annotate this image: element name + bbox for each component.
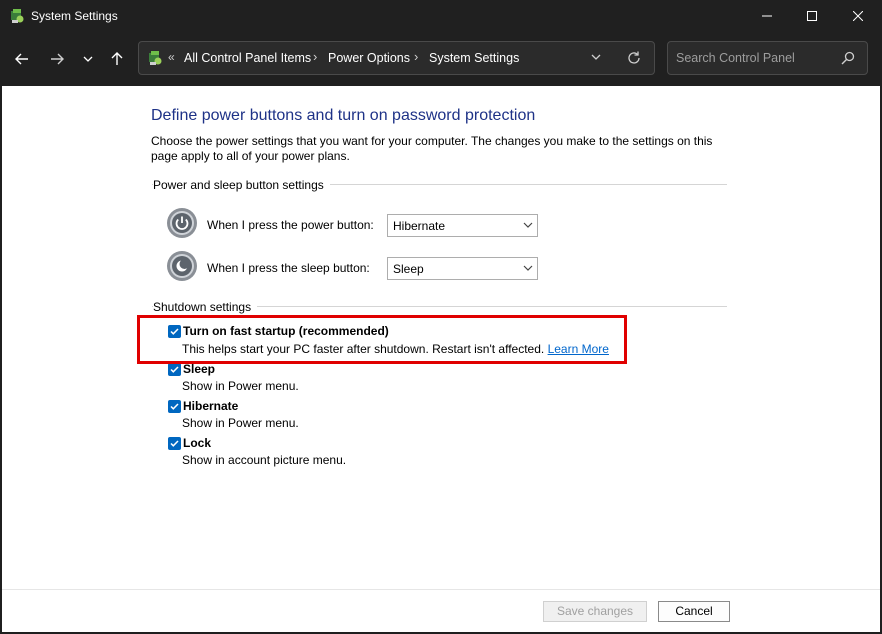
- power-section-label: Power and sleep button settings: [153, 178, 330, 192]
- window-title: System Settings: [31, 9, 118, 23]
- control-panel-icon: [149, 51, 162, 65]
- refresh-icon[interactable]: [626, 50, 642, 66]
- hibernate-title[interactable]: Hibernate: [183, 399, 238, 413]
- sleep-description: Show in Power menu.: [182, 379, 299, 393]
- lock-description: Show in account picture menu.: [182, 453, 347, 467]
- checkmark-icon: [170, 366, 179, 373]
- sleep-button-icon: [167, 251, 197, 281]
- recent-locations-button[interactable]: [76, 47, 100, 71]
- checkmark-icon: [170, 440, 179, 447]
- cancel-button[interactable]: Cancel: [658, 601, 730, 622]
- close-icon: [853, 11, 863, 21]
- breadcrumb-power-options[interactable]: Power Options: [328, 51, 410, 65]
- sleep-checkbox[interactable]: [168, 363, 181, 376]
- breadcrumb-system-settings[interactable]: System Settings: [429, 51, 519, 65]
- forward-button[interactable]: [45, 47, 69, 71]
- title-bar: System Settings: [0, 0, 882, 32]
- chevron-down-icon: [523, 222, 533, 228]
- footer-divider: [2, 589, 880, 590]
- minimize-button[interactable]: [744, 0, 790, 32]
- lock-checkbox[interactable]: [168, 437, 181, 450]
- chevron-right-icon[interactable]: ›: [414, 49, 418, 64]
- search-icon[interactable]: [841, 51, 855, 65]
- save-changes-button[interactable]: Save changes: [543, 601, 647, 622]
- page-description: Choose the power settings that you want …: [151, 134, 713, 163]
- arrow-up-icon: [111, 52, 123, 65]
- highlight-box: [137, 315, 627, 364]
- arrow-left-icon: [15, 53, 28, 65]
- shutdown-section-label: Shutdown settings: [153, 300, 258, 314]
- content-area: Define power buttons and turn on passwor…: [2, 86, 880, 632]
- up-button[interactable]: [105, 47, 129, 71]
- maximize-icon: [807, 11, 817, 21]
- power-button-value: Hibernate: [393, 219, 446, 233]
- arrow-right-icon: [51, 53, 64, 65]
- power-button-select[interactable]: Hibernate: [387, 214, 538, 237]
- page-title: Define power buttons and turn on passwor…: [151, 107, 536, 124]
- control-panel-icon: [11, 9, 24, 23]
- chevron-down-icon: [83, 56, 93, 62]
- sleep-button-label: When I press the sleep button:: [207, 261, 370, 275]
- power-button-label: When I press the power button:: [207, 218, 374, 232]
- chevron-down-icon: [523, 265, 533, 271]
- search-box[interactable]: [667, 41, 868, 75]
- lock-title[interactable]: Lock: [183, 436, 211, 450]
- hibernate-description: Show in Power menu.: [182, 416, 299, 430]
- minimize-icon: [762, 15, 772, 17]
- overflow-chevron-icon[interactable]: «: [168, 50, 175, 64]
- back-button[interactable]: [10, 47, 34, 71]
- maximize-button[interactable]: [789, 0, 835, 32]
- sleep-button-select[interactable]: Sleep: [387, 257, 538, 280]
- power-button-icon: [167, 208, 197, 238]
- address-bar[interactable]: « All Control Panel Items › Power Option…: [138, 41, 655, 75]
- sleep-title[interactable]: Sleep: [183, 362, 215, 376]
- checkmark-icon: [170, 403, 179, 410]
- hibernate-checkbox[interactable]: [168, 400, 181, 413]
- chevron-right-icon[interactable]: ›: [313, 49, 317, 64]
- search-input[interactable]: [676, 50, 836, 66]
- breadcrumb-all-items[interactable]: All Control Panel Items: [184, 51, 311, 65]
- close-button[interactable]: [835, 0, 881, 32]
- chevron-down-icon[interactable]: [591, 52, 601, 62]
- sleep-button-value: Sleep: [393, 262, 424, 276]
